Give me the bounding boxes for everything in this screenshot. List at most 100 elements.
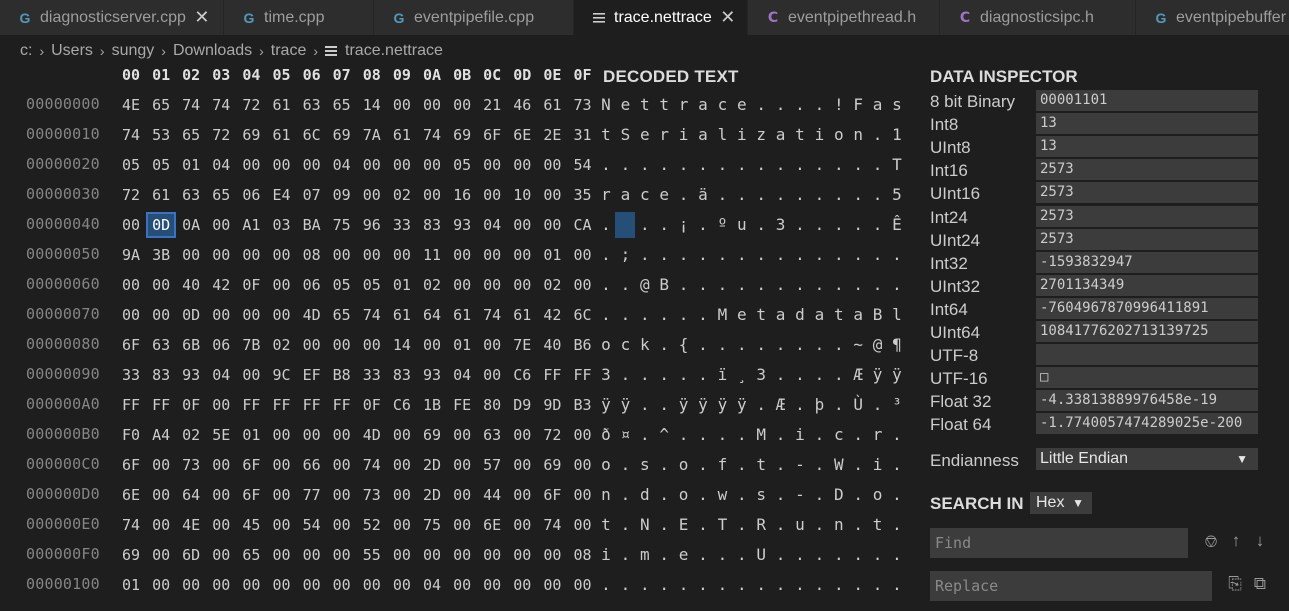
decoded-char[interactable]: . bbox=[732, 452, 752, 478]
hex-byte[interactable]: 65 bbox=[176, 122, 206, 148]
decoded-char[interactable]: l bbox=[712, 122, 732, 148]
decoded-char[interactable]: . bbox=[654, 542, 674, 568]
decoded-char[interactable]: . bbox=[809, 572, 829, 598]
decoded-char[interactable]: . bbox=[868, 182, 888, 208]
decoded-char[interactable]: ÿ bbox=[868, 362, 888, 388]
decoded-char[interactable]: . bbox=[693, 542, 713, 568]
decoded-char[interactable]: w bbox=[712, 482, 732, 508]
decoded-char[interactable]: . bbox=[615, 452, 635, 478]
find-input[interactable]: Find bbox=[930, 528, 1188, 558]
decoded-char[interactable]: . bbox=[809, 92, 829, 118]
hex-byte[interactable]: 00 bbox=[477, 182, 507, 208]
hex-byte[interactable]: 6C bbox=[568, 302, 598, 328]
decoded-char[interactable]: . bbox=[751, 152, 771, 178]
decoded-char[interactable]: U bbox=[751, 542, 771, 568]
decoded-char[interactable]: . bbox=[848, 452, 868, 478]
decoded-char[interactable]: . bbox=[596, 572, 616, 598]
decoded-char[interactable]: . bbox=[771, 92, 791, 118]
decoded-char[interactable]: c bbox=[712, 92, 732, 118]
hex-byte[interactable]: 74 bbox=[116, 122, 146, 148]
hex-byte[interactable]: 00 bbox=[507, 572, 537, 598]
hex-byte[interactable]: 00 bbox=[447, 242, 477, 268]
decoded-char[interactable]: . bbox=[771, 482, 791, 508]
hex-byte[interactable]: 6F bbox=[477, 122, 507, 148]
decoded-char[interactable]: ¤ bbox=[615, 422, 635, 448]
decoded-char[interactable]: o bbox=[829, 122, 849, 148]
decoded-char[interactable]: d bbox=[790, 302, 810, 328]
decoded-char[interactable]: f bbox=[712, 452, 732, 478]
hex-byte[interactable]: 00 bbox=[206, 482, 236, 508]
decoded-char[interactable]: . bbox=[751, 272, 771, 298]
hex-byte[interactable]: 00 bbox=[116, 272, 146, 298]
decoded-char[interactable]: ÿ bbox=[615, 392, 635, 418]
hex-byte[interactable]: 00 bbox=[537, 212, 567, 238]
decoded-char[interactable]: . bbox=[693, 272, 713, 298]
hex-byte[interactable]: 00 bbox=[267, 482, 297, 508]
hex-byte[interactable]: 6B bbox=[176, 332, 206, 358]
hex-byte[interactable]: 6C bbox=[297, 122, 327, 148]
hex-byte[interactable]: 7A bbox=[357, 122, 387, 148]
hex-byte[interactable]: 00 bbox=[447, 572, 477, 598]
decoded-char[interactable]: . bbox=[848, 272, 868, 298]
decoded-char[interactable]: . bbox=[848, 212, 868, 238]
decoded-char[interactable]: . bbox=[654, 482, 674, 508]
hex-byte[interactable]: 72 bbox=[116, 182, 146, 208]
hex-byte[interactable]: 00 bbox=[447, 482, 477, 508]
hex-byte[interactable]: 00 bbox=[387, 572, 417, 598]
decoded-char[interactable]: . bbox=[790, 212, 810, 238]
decoded-char[interactable]: . bbox=[868, 242, 888, 268]
decoded-char[interactable]: . bbox=[732, 272, 752, 298]
decoded-char[interactable]: . bbox=[615, 152, 635, 178]
hex-byte[interactable]: FF bbox=[297, 392, 327, 418]
tab-diagnosticsipc-h[interactable]: Cdiagnosticsipc.h bbox=[940, 0, 1136, 35]
hex-byte[interactable]: 00 bbox=[236, 302, 266, 328]
decoded-char[interactable]: . bbox=[829, 182, 849, 208]
decoded-char[interactable]: . bbox=[809, 332, 829, 358]
hex-byte[interactable]: 69 bbox=[417, 422, 447, 448]
decoded-char[interactable]: . bbox=[771, 512, 791, 538]
decoded-char[interactable]: t bbox=[635, 92, 655, 118]
decoded-char[interactable]: N bbox=[596, 92, 616, 118]
hex-byte[interactable]: 00 bbox=[146, 302, 176, 328]
hex-byte[interactable]: 00 bbox=[267, 242, 297, 268]
hex-byte[interactable]: 1B bbox=[417, 392, 447, 418]
hex-byte[interactable]: 00 bbox=[387, 422, 417, 448]
decoded-char[interactable]: . bbox=[654, 362, 674, 388]
decoded-char[interactable]: . bbox=[848, 152, 868, 178]
decoded-char[interactable]: . bbox=[771, 542, 791, 568]
hex-byte[interactable]: EF bbox=[297, 362, 327, 388]
decoded-char[interactable]: n bbox=[848, 122, 868, 148]
decoded-char[interactable]: . bbox=[693, 332, 713, 358]
hex-byte[interactable]: 65 bbox=[206, 182, 236, 208]
hex-byte[interactable]: 6D bbox=[176, 542, 206, 568]
hex-byte[interactable]: A1 bbox=[236, 212, 266, 238]
decoded-char[interactable]: . bbox=[868, 152, 888, 178]
decoded-char[interactable]: . bbox=[674, 242, 694, 268]
decoded-char[interactable]: . bbox=[654, 512, 674, 538]
hex-byte[interactable]: 66 bbox=[297, 452, 327, 478]
decoded-char[interactable]: t bbox=[751, 302, 771, 328]
hex-byte[interactable]: 65 bbox=[236, 542, 266, 568]
decoded-char[interactable]: e bbox=[674, 542, 694, 568]
tab-time-cpp[interactable]: Gtime.cpp bbox=[224, 0, 374, 35]
hex-byte[interactable]: 00 bbox=[507, 272, 537, 298]
hex-byte[interactable]: 00 bbox=[537, 572, 567, 598]
tab-eventpipethread-h[interactable]: Ceventpipethread.h bbox=[748, 0, 940, 35]
decoded-char[interactable]: . bbox=[732, 182, 752, 208]
hex-byte[interactable]: 4D bbox=[297, 302, 327, 328]
hex-byte[interactable]: 6F bbox=[236, 452, 266, 478]
hex-byte[interactable]: 7B bbox=[236, 332, 266, 358]
decoded-char[interactable]: . bbox=[654, 392, 674, 418]
decoded-char[interactable]: . bbox=[596, 272, 616, 298]
hex-byte[interactable]: 00 bbox=[507, 152, 537, 178]
hex-byte[interactable]: 00 bbox=[327, 542, 357, 568]
breadcrumb-item[interactable]: trace.nettrace bbox=[325, 42, 443, 60]
decoded-char[interactable]: - bbox=[790, 482, 810, 508]
hex-byte[interactable]: 00 bbox=[417, 332, 447, 358]
hex-byte[interactable]: 7E bbox=[507, 332, 537, 358]
hex-byte[interactable]: 05 bbox=[327, 272, 357, 298]
decoded-char[interactable]: . bbox=[829, 212, 849, 238]
hex-byte[interactable]: 04 bbox=[206, 362, 236, 388]
tab-eventpipefile-cpp[interactable]: Geventpipefile.cpp bbox=[374, 0, 574, 35]
decoded-char[interactable]: N bbox=[635, 512, 655, 538]
